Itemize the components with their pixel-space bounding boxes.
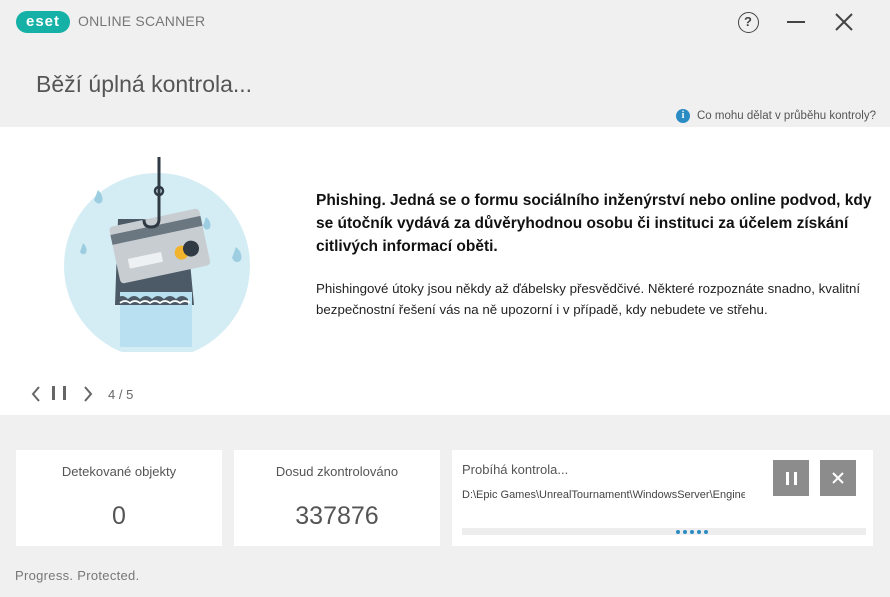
help-button[interactable]: ?: [736, 10, 760, 34]
tip-headline: Phishing. Jedná se o formu sociálního in…: [316, 192, 872, 255]
page-title: Běží úplná kontrola...: [36, 71, 253, 97]
title-bar: eset ONLINE SCANNER ?: [0, 0, 890, 44]
detected-objects-card: Detekované objekty 0: [16, 450, 222, 546]
detected-objects-label: Detekované objekty: [61, 464, 177, 479]
scan-status-title: Probíhá kontrola...: [462, 462, 569, 477]
minimize-button[interactable]: [784, 10, 808, 34]
minimize-icon: [787, 21, 805, 23]
tip-body: Phishingové útoky jsou někdy až ďábelsky…: [316, 281, 861, 317]
close-icon: [835, 13, 853, 31]
close-button[interactable]: [832, 10, 856, 34]
app-name: ONLINE SCANNER: [78, 13, 206, 29]
help-link[interactable]: i Co mohu dělat v průběhu kontroly?: [676, 109, 876, 123]
close-icon: [832, 472, 844, 484]
next-slide-button[interactable]: [80, 385, 96, 403]
chevron-right-icon: [84, 386, 93, 402]
scanned-objects-label: Dosud zkontrolováno: [275, 464, 399, 479]
tip-text: Phishing. Jedná se o formu sociálního in…: [316, 189, 872, 320]
scan-progress-card: Probíhá kontrola... D:\Epic Games\Unreal…: [452, 450, 873, 546]
previous-slide-button[interactable]: [28, 385, 44, 403]
pause-icon: [785, 471, 797, 485]
slide-counter: 4 / 5: [108, 386, 134, 402]
pause-slideshow-button[interactable]: [52, 386, 66, 402]
info-icon: i: [676, 109, 690, 123]
chevron-left-icon: [31, 386, 40, 402]
pause-scan-button[interactable]: [773, 460, 809, 496]
question-icon: ?: [737, 11, 759, 33]
eset-logo: eset: [16, 11, 70, 33]
progress-indicator-dots: [676, 530, 711, 534]
scan-progress-bar: [462, 528, 866, 535]
tip-panel: Phishing. Jedná se o formu sociálního in…: [0, 127, 890, 415]
phishing-illustration: [64, 157, 250, 352]
stop-scan-button[interactable]: [820, 460, 856, 496]
scanned-objects-value: 337876: [295, 502, 379, 530]
current-scan-path: D:\Epic Games\UnrealTournament\WindowsSe…: [462, 489, 745, 501]
scanned-objects-card: Dosud zkontrolováno 337876: [234, 450, 440, 546]
pause-icon: [52, 386, 55, 400]
detected-objects-value: 0: [112, 502, 126, 530]
slider-navigation: 4 / 5: [28, 385, 133, 403]
help-link-label: Co mohu dělat v průběhu kontroly?: [697, 110, 876, 122]
footer-tagline: Progress. Protected.: [15, 568, 140, 583]
